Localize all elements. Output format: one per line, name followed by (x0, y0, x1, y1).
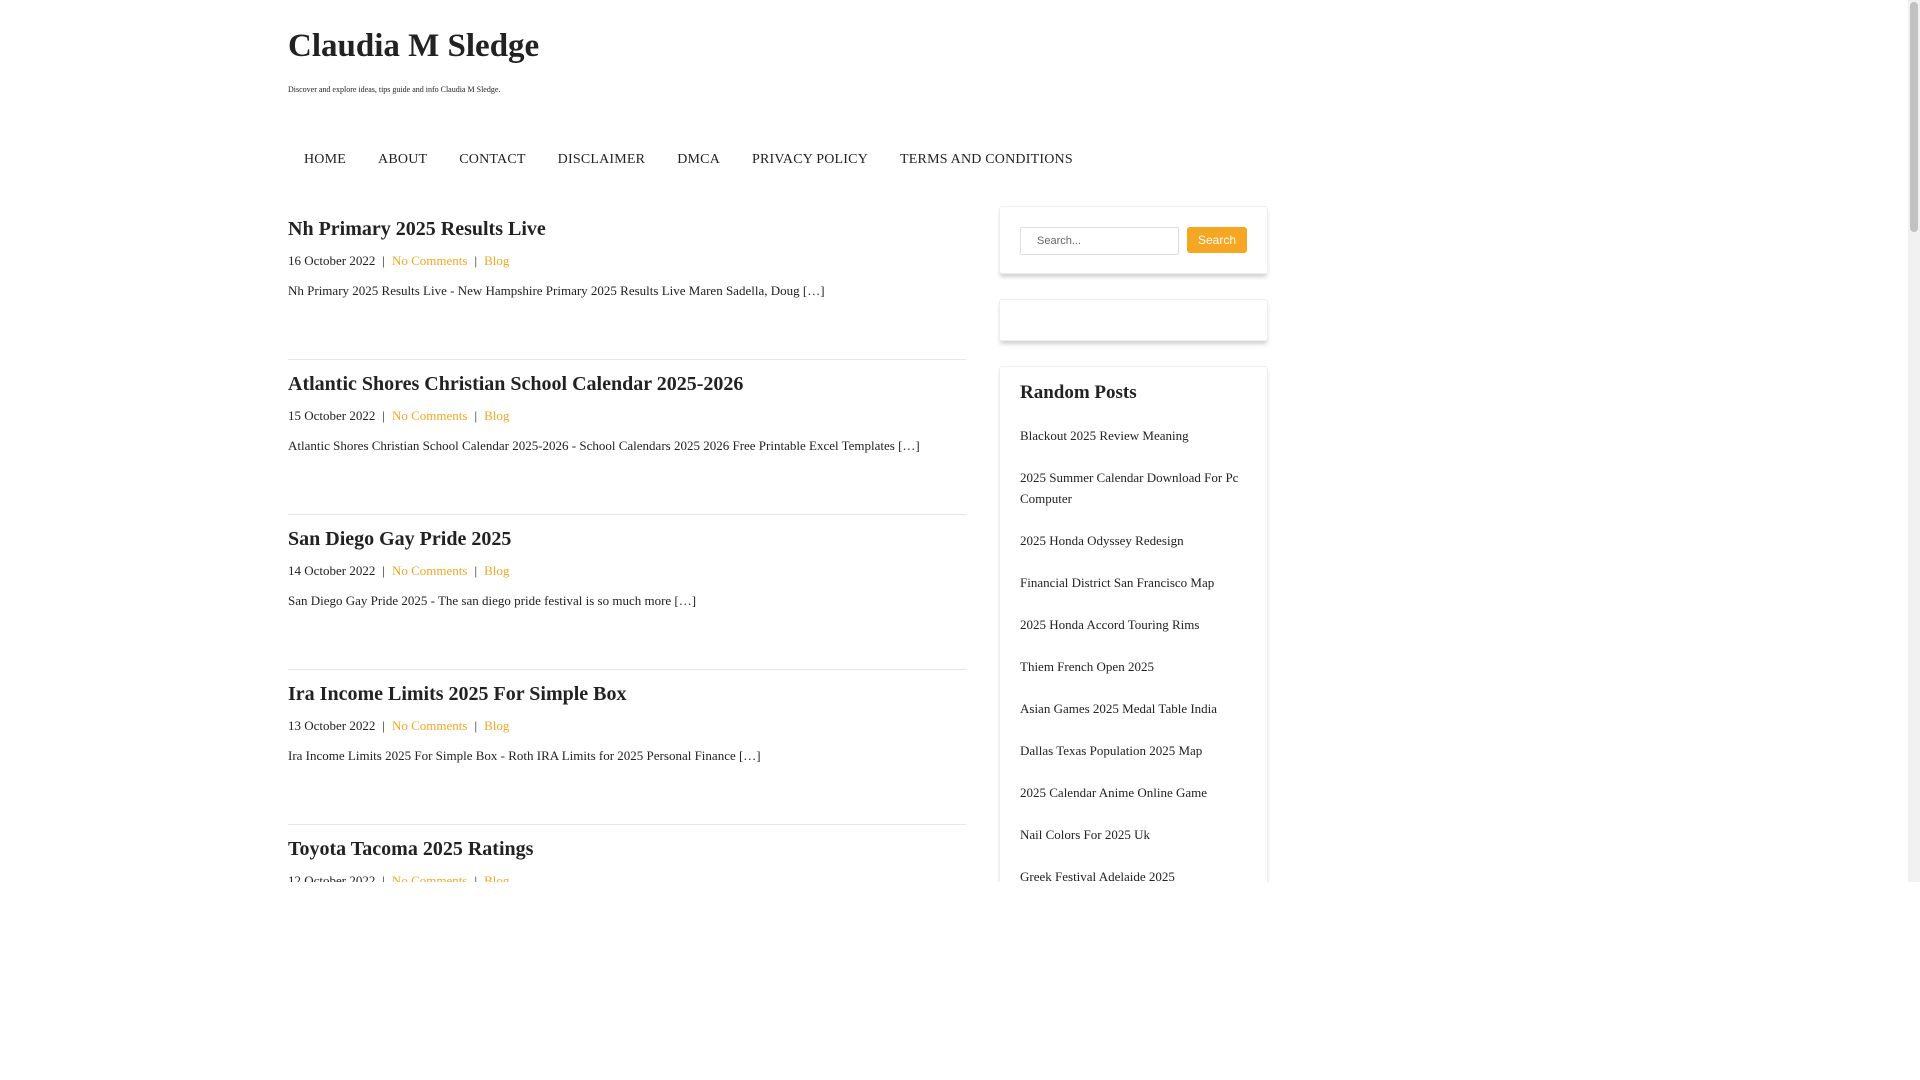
nav-item-privacy-policy[interactable]: PRIVACY POLICY (736, 150, 884, 170)
meta-separator: | (474, 253, 478, 268)
list-item: 2025 Honda Odyssey Redesign (1020, 530, 1247, 551)
list-item: 2025 Summer Calendar Download For Pc Com… (1020, 467, 1247, 509)
nav-item-home[interactable]: HOME (288, 150, 362, 170)
random-posts-widget: Random Posts Blackout 2025 Review Meanin… (999, 366, 1268, 882)
post-title[interactable]: San Diego Gay Pride 2025 (288, 527, 511, 551)
list-item: Dallas Texas Population 2025 Map (1020, 740, 1247, 761)
post-comments-link[interactable]: No Comments (392, 718, 467, 733)
post-category-link[interactable]: Blog (484, 718, 509, 733)
post-meta: 16 October 2022 | No Comments | Blog (288, 252, 509, 270)
post-meta: 12 October 2022 | No Comments | Blog (288, 872, 509, 882)
post-category-link[interactable]: Blog (484, 408, 509, 423)
meta-separator: | (382, 408, 385, 423)
post-date: 13 October 2022 (288, 718, 376, 733)
post-comments-link[interactable]: No Comments (392, 408, 467, 423)
page-scrollbar[interactable] (1908, 0, 1920, 882)
random-post-link[interactable]: Nail Colors For 2025 Uk (1020, 827, 1150, 842)
nav-item-contact[interactable]: CONTACT (443, 150, 541, 170)
post-title[interactable]: Nh Primary 2025 Results Live (288, 217, 546, 241)
list-item: Asian Games 2025 Medal Table India (1020, 698, 1247, 719)
page: Claudia M Sledge Discover and explore id… (0, 0, 1556, 882)
post-title[interactable]: Atlantic Shores Christian School Calenda… (288, 372, 743, 396)
list-item: Thiem French Open 2025 (1020, 656, 1247, 677)
meta-separator: | (382, 563, 385, 578)
list-item: Greek Festival Adelaide 2025 (1020, 866, 1247, 882)
post-item: Toyota Tacoma 2025 Ratings 12 October 20… (288, 825, 966, 882)
random-post-link[interactable]: Asian Games 2025 Medal Table India (1020, 701, 1217, 716)
nav-item-disclaimer[interactable]: DISCLAIMER (542, 150, 662, 170)
nav-item-dmca[interactable]: DMCA (661, 150, 736, 170)
meta-separator: | (474, 563, 478, 578)
post-list: Nh Primary 2025 Results Live 16 October … (288, 205, 966, 882)
post-item: Nh Primary 2025 Results Live 16 October … (288, 205, 966, 360)
post-date: 16 October 2022 (288, 253, 376, 268)
random-post-link[interactable]: Dallas Texas Population 2025 Map (1020, 743, 1202, 758)
random-post-link[interactable]: 2025 Honda Odyssey Redesign (1020, 533, 1184, 548)
random-posts-title: Random Posts (1020, 382, 1137, 403)
post-meta: 14 October 2022 | No Comments | Blog (288, 562, 509, 580)
nav-item-about[interactable]: ABOUT (362, 150, 443, 170)
random-post-link[interactable]: 2025 Honda Accord Touring Rims (1020, 617, 1199, 632)
post-date: 15 October 2022 (288, 408, 376, 423)
post-item: Ira Income Limits 2025 For Simple Box 13… (288, 670, 966, 825)
empty-widget (999, 299, 1268, 341)
meta-separator: | (474, 718, 478, 733)
post-comments-link[interactable]: No Comments (392, 563, 467, 578)
sidebar: Search Random Posts Blackout 2025 Review… (999, 206, 1268, 882)
random-post-link[interactable]: 2025 Summer Calendar Download For Pc Com… (1020, 470, 1238, 506)
site-title[interactable]: Claudia M Sledge (288, 27, 539, 65)
scrollbar-thumb[interactable] (1910, 2, 1918, 232)
post-meta: 13 October 2022 | No Comments | Blog (288, 717, 509, 735)
meta-separator: | (382, 873, 385, 882)
post-category-link[interactable]: Blog (484, 563, 509, 578)
post-meta: 15 October 2022 | No Comments | Blog (288, 407, 509, 425)
list-item: 2025 Calendar Anime Online Game (1020, 782, 1247, 803)
post-category-link[interactable]: Blog (484, 873, 509, 882)
post-excerpt: Atlantic Shores Christian School Calenda… (288, 438, 920, 453)
random-post-link[interactable]: Greek Festival Adelaide 2025 (1020, 869, 1175, 882)
meta-separator: | (474, 408, 478, 423)
search-widget: Search (999, 206, 1268, 274)
post-item: San Diego Gay Pride 2025 14 October 2022… (288, 515, 966, 670)
nav-item-terms-and-conditions[interactable]: TERMS AND CONDITIONS (884, 150, 1089, 170)
post-excerpt: Ira Income Limits 2025 For Simple Box - … (288, 748, 761, 763)
post-date: 12 October 2022 (288, 873, 376, 882)
list-item: Financial District San Francisco Map (1020, 572, 1247, 593)
post-date: 14 October 2022 (288, 563, 376, 578)
post-category-link[interactable]: Blog (484, 253, 509, 268)
random-post-link[interactable]: Blackout 2025 Review Meaning (1020, 428, 1189, 443)
post-title[interactable]: Toyota Tacoma 2025 Ratings (288, 837, 533, 861)
main-navigation: HOME ABOUT CONTACT DISCLAIMER DMCA PRIVA… (288, 150, 1089, 170)
random-post-link[interactable]: Financial District San Francisco Map (1020, 575, 1214, 590)
post-excerpt: Nh Primary 2025 Results Live - New Hamps… (288, 283, 825, 298)
post-comments-link[interactable]: No Comments (392, 873, 467, 882)
list-item: Nail Colors For 2025 Uk (1020, 824, 1247, 845)
random-post-link[interactable]: 2025 Calendar Anime Online Game (1020, 785, 1207, 800)
post-excerpt: San Diego Gay Pride 2025 - The san diego… (288, 593, 697, 608)
list-item: 2025 Honda Accord Touring Rims (1020, 614, 1247, 635)
post-comments-link[interactable]: No Comments (392, 253, 467, 268)
search-input[interactable] (1020, 227, 1179, 255)
random-posts-list: Blackout 2025 Review Meaning 2025 Summer… (1020, 425, 1247, 882)
meta-separator: | (382, 718, 385, 733)
post-title[interactable]: Ira Income Limits 2025 For Simple Box (288, 682, 627, 706)
random-post-link[interactable]: Thiem French Open 2025 (1020, 659, 1154, 674)
post-item: Atlantic Shores Christian School Calenda… (288, 360, 966, 515)
list-item: Blackout 2025 Review Meaning (1020, 425, 1247, 446)
site-description: Discover and explore ideas, tips guide a… (288, 85, 501, 94)
meta-separator: | (382, 253, 385, 268)
meta-separator: | (474, 873, 478, 882)
search-button[interactable]: Search (1187, 227, 1247, 253)
